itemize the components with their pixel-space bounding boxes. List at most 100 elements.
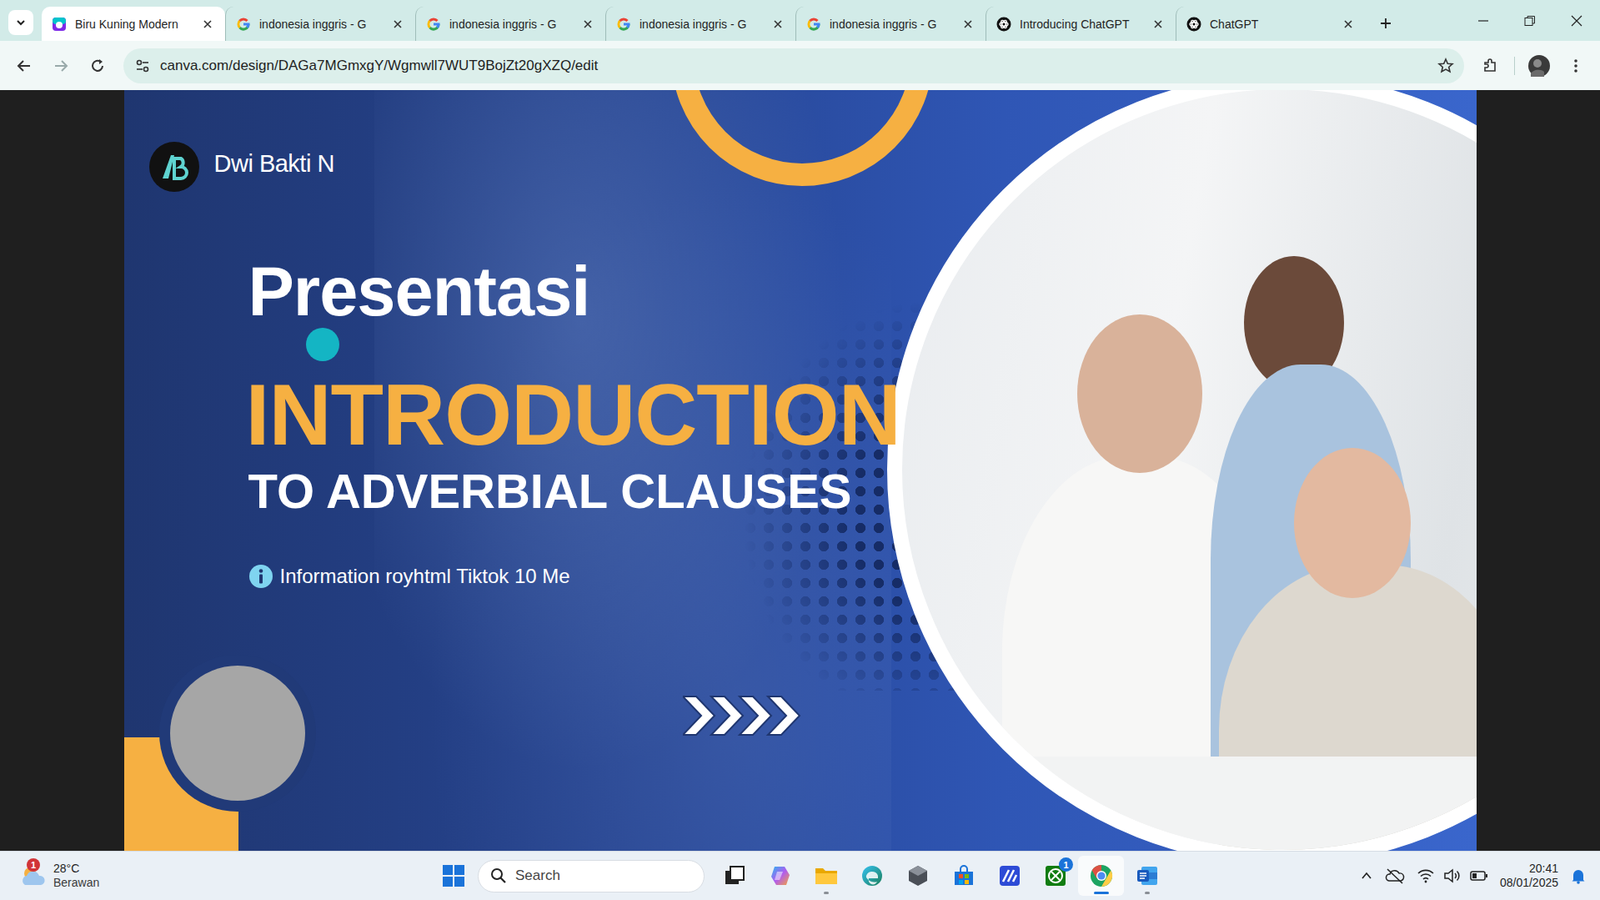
openai-icon	[1186, 16, 1202, 32]
notification-bell-icon[interactable]	[1569, 867, 1587, 884]
info-icon	[248, 563, 274, 589]
page-content: Dwi Bakti N Presentasi INTRODUCTIONTO ADVE…	[0, 90, 1600, 851]
show-hidden-icon[interactable]	[1359, 868, 1374, 883]
taskbar-app[interactable]	[757, 855, 803, 896]
clock[interactable]: 20:4108/01/2025	[1499, 861, 1559, 891]
system-tray: 20:4108/01/2025	[1359, 861, 1600, 891]
search-icon	[490, 867, 507, 884]
weather-condition: Berawan	[53, 875, 100, 890]
close-icon[interactable]	[580, 16, 596, 32]
star-icon[interactable]	[1437, 57, 1455, 75]
close-icon[interactable]	[200, 16, 216, 32]
design-slide[interactable]: Dwi Bakti N Presentasi INTRODUCTIONTO ADVE…	[124, 90, 1477, 851]
taskbar: 1 28°CBerawan Search 1 20:4108/01/2025	[0, 850, 1600, 900]
taskbar-apps: Search 1	[430, 855, 1170, 896]
taskbar-app[interactable]	[894, 855, 941, 896]
weather-icon: 1	[18, 862, 47, 888]
google-icon	[426, 16, 442, 32]
back-icon	[15, 57, 33, 75]
back-button[interactable]	[8, 50, 41, 82]
edge-icon	[859, 862, 885, 888]
google-icon	[806, 16, 822, 32]
store-icon	[951, 862, 977, 888]
slide-title[interactable]: INTRODUCTION	[245, 366, 901, 462]
weather-widget[interactable]: 1 28°CBerawan	[0, 861, 100, 890]
windows-icon	[441, 863, 466, 888]
author-logo-icon	[149, 141, 200, 192]
taskbar-app[interactable]: 1	[1032, 855, 1079, 896]
tab-label: ChatGPT	[1209, 17, 1333, 31]
canva-icon	[51, 16, 67, 32]
quick-settings[interactable]	[1416, 867, 1489, 883]
taskbar-search[interactable]: Search	[477, 859, 705, 893]
close-icon[interactable]	[1340, 16, 1356, 32]
running-indicator	[823, 891, 829, 894]
taskbar-app[interactable]	[986, 855, 1033, 896]
info-text: Information royhtml Tiktok 10 Me	[280, 564, 571, 588]
restore-icon[interactable]	[1506, 0, 1554, 41]
volume-icon	[1443, 867, 1462, 883]
browser-tab[interactable]: indonesia inggris - G	[795, 6, 986, 41]
team-photo	[887, 90, 1477, 851]
taskbar-app[interactable]	[1123, 855, 1170, 896]
close-icon[interactable]	[1150, 16, 1166, 32]
tab-search-button[interactable]	[8, 10, 34, 36]
menu-button[interactable]	[1559, 50, 1592, 82]
reload-button[interactable]	[81, 50, 114, 82]
menu-icon	[1567, 57, 1585, 75]
window-controls	[1459, 0, 1600, 41]
tab-label: indonesia inggris - G	[639, 17, 763, 31]
battery-icon	[1469, 869, 1489, 882]
running-indicator	[1144, 891, 1150, 894]
taskbar-app[interactable]	[940, 855, 987, 896]
browser-tab[interactable]: ChatGPT	[1175, 6, 1366, 41]
clock-date: 08/01/2025	[1499, 875, 1559, 891]
author-name: Dwi Bakti N	[214, 150, 335, 178]
taskbar-app[interactable]	[848, 855, 895, 896]
avatar-icon	[1528, 55, 1550, 77]
weather-temp: 28°C	[53, 861, 100, 876]
tab-label: indonesia inggris - G	[259, 17, 382, 31]
close-icon[interactable]	[960, 16, 976, 32]
browser-tab[interactable]: indonesia inggris - G	[415, 6, 606, 41]
reload-icon	[89, 57, 106, 75]
close-icon[interactable]	[390, 16, 406, 32]
taskbar-app[interactable]	[802, 855, 849, 896]
close-icon[interactable]	[770, 16, 786, 32]
avatar-button[interactable]	[1523, 50, 1555, 82]
google-icon	[616, 16, 632, 32]
start-button[interactable]	[430, 855, 477, 896]
extensions-button[interactable]	[1474, 50, 1506, 82]
taskbar-app[interactable]	[1078, 855, 1124, 896]
tab-strip: Biru Kuning Modern indonesia inggris - G i…	[0, 0, 1600, 41]
explorer-icon	[813, 862, 839, 888]
browser-tab[interactable]: Biru Kuning Modern	[41, 6, 226, 41]
info-line[interactable]: Information royhtml Tiktok 10 Me	[248, 563, 571, 589]
copilot-icon	[767, 862, 793, 888]
browser-tab[interactable]: Introducing ChatGPT	[985, 6, 1176, 41]
slide-kicker[interactable]: Presentasi	[248, 253, 591, 330]
forward-icon	[52, 57, 70, 75]
taskview-icon	[722, 862, 748, 888]
app-badge: 1	[1058, 857, 1074, 872]
slide-subtitle[interactable]: TO ADVERBIAL CLAUSES	[248, 463, 853, 520]
teal-dot	[305, 327, 340, 362]
tab-label: Biru Kuning Modern	[75, 17, 192, 31]
browser-tab[interactable]: indonesia inggris - G	[605, 6, 796, 41]
taskbar-app[interactable]	[711, 855, 758, 896]
url-text[interactable]: canva.com/design/DAGa7MGmxgY/Wgmwll7WUT9…	[160, 57, 1428, 75]
running-indicator	[1093, 891, 1109, 894]
forward-button[interactable]	[45, 50, 77, 82]
plus-icon[interactable]	[1370, 8, 1401, 39]
tab-label: indonesia inggris - G	[449, 17, 572, 31]
browser-tab[interactable]: indonesia inggris - G	[225, 6, 416, 41]
onedrive-offline-icon[interactable]	[1384, 867, 1405, 884]
extensions-icon	[1481, 57, 1499, 75]
address-bar[interactable]: canva.com/design/DAGa7MGmxgY/Wgmwll7WUT9…	[123, 48, 1465, 84]
toolbar: canva.com/design/DAGa7MGmxgY/Wgmwll7WUT9…	[0, 40, 1600, 91]
site-settings-icon[interactable]	[135, 58, 151, 74]
google-icon	[235, 16, 251, 32]
tab-label: Introducing ChatGPT	[1019, 17, 1143, 31]
close-window-icon[interactable]	[1553, 0, 1600, 41]
minimize-icon[interactable]	[1459, 0, 1507, 41]
